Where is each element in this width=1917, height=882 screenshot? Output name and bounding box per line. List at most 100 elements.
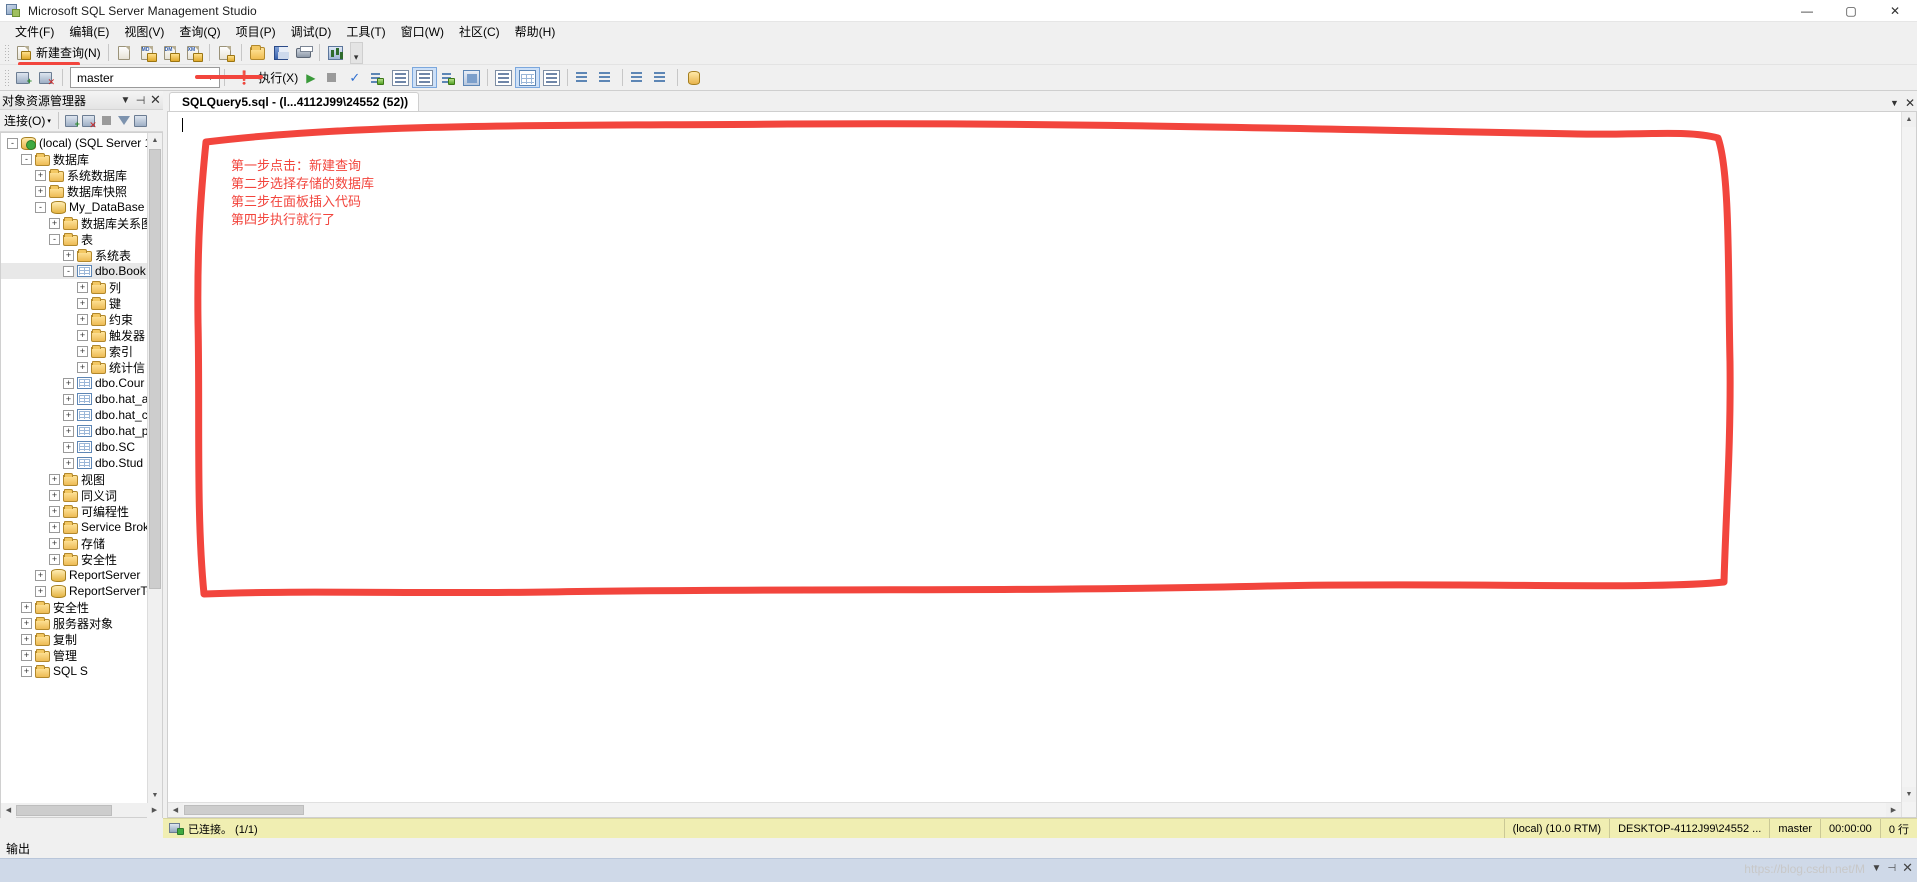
tree-node-triggers[interactable]: + 触发器	[1, 327, 162, 343]
expand-icon[interactable]: +	[49, 521, 60, 533]
tree-node-dbo-book[interactable]: - dbo.Book	[1, 263, 162, 279]
editor-scroll-down-icon[interactable]: ▼	[1902, 787, 1916, 802]
menu-view[interactable]: 视图(V)	[117, 22, 172, 41]
tree-node-replication[interactable]: + 复制	[1, 631, 162, 647]
expand-icon[interactable]: +	[49, 553, 60, 565]
editor-vertical-scrollbar[interactable]: ▲ ▼	[1901, 112, 1916, 817]
new-dmx-query-button[interactable]: DM	[159, 42, 182, 63]
expand-icon[interactable]: +	[63, 457, 74, 469]
tree-node-dbo-sc[interactable]: + dbo.SC	[1, 439, 162, 455]
tree-node-database-diagrams[interactable]: + 数据库关系图	[1, 215, 162, 231]
object-explorer-pin-button[interactable]: ⊣	[133, 92, 148, 109]
output-panel-title-row[interactable]: 输出	[0, 838, 1917, 858]
tree-node-keys[interactable]: + 键	[1, 295, 162, 311]
expand-icon[interactable]: +	[77, 281, 88, 293]
output-close-button[interactable]: ✕	[1902, 860, 1913, 876]
results-to-text-button[interactable]	[412, 67, 438, 88]
output-dropdown-button[interactable]: ▼	[1871, 863, 1881, 874]
sql-cmd-mode-button[interactable]	[682, 67, 705, 88]
tree-node-constraints[interactable]: + 约束	[1, 311, 162, 327]
menu-tools[interactable]: 工具(T)	[339, 22, 393, 41]
object-explorer-horizontal-scrollbar[interactable]: ◀ ▶	[0, 802, 163, 818]
menu-debug[interactable]: 调试(D)	[284, 22, 340, 41]
cancel-executing-query-button[interactable]	[320, 67, 343, 88]
tree-node-system-databases[interactable]: + 系统数据库	[1, 167, 162, 183]
object-explorer-close-button[interactable]: ✕	[148, 92, 163, 109]
expand-icon[interactable]: +	[49, 537, 60, 549]
tree-node-dbo-student[interactable]: + dbo.Stud	[1, 455, 162, 471]
parse-button[interactable]: ✓	[343, 67, 366, 88]
menu-help[interactable]: 帮助(H)	[508, 22, 564, 41]
decrease-indent-button[interactable]	[627, 67, 650, 88]
tree-node-service-broker[interactable]: + Service Brok	[1, 519, 162, 535]
tree-node-dbo-course[interactable]: + dbo.Cour	[1, 375, 162, 391]
tab-close-button[interactable]: ✕	[1905, 96, 1915, 110]
tree-node-programmability[interactable]: + 可编程性	[1, 503, 162, 519]
tree-node-statistics[interactable]: + 统计信	[1, 359, 162, 375]
tree-node-reportservertempdb[interactable]: + ReportServerTe	[1, 583, 162, 599]
tree-node-dbo-hat-c[interactable]: + dbo.hat_c	[1, 407, 162, 423]
collapse-icon[interactable]: -	[21, 153, 32, 165]
tree-node-storage[interactable]: + 存储	[1, 535, 162, 551]
refresh-icon[interactable]	[133, 113, 149, 129]
new-mdx-query-button[interactable]: MD	[136, 42, 159, 63]
tab-sqlquery5[interactable]: SQLQuery5.sql - (l...4112J99\24552 (52))	[169, 92, 420, 111]
expand-icon[interactable]: +	[35, 185, 46, 197]
connect-object-explorer-button[interactable]: +	[12, 67, 35, 88]
editor-scroll-right-icon[interactable]: ▶	[1886, 802, 1901, 817]
expand-icon[interactable]: +	[63, 441, 74, 453]
expand-icon[interactable]: +	[21, 649, 32, 661]
scroll-up-arrow-icon[interactable]: ▲	[148, 133, 162, 148]
tree-node-database-snapshots[interactable]: + 数据库快照	[1, 183, 162, 199]
print-button[interactable]	[292, 42, 315, 63]
editor-horizontal-scrollbar[interactable]: ◀ ▶	[168, 802, 1901, 817]
expand-icon[interactable]: +	[77, 329, 88, 341]
tree-node-tables[interactable]: -表	[1, 231, 162, 247]
query-options-button[interactable]	[389, 67, 412, 88]
results-to-text-pane-button[interactable]	[492, 67, 515, 88]
comment-lines-button[interactable]	[572, 67, 595, 88]
object-explorer-vertical-scrollbar[interactable]: ▲ ▼	[147, 133, 162, 803]
expand-icon[interactable]: +	[35, 569, 46, 581]
tree-node-server-objects[interactable]: + 服务器对象	[1, 615, 162, 631]
object-explorer-dropdown-button[interactable]: ▼	[118, 92, 133, 109]
open-file-button[interactable]	[246, 42, 269, 63]
maximize-button[interactable]: ▢	[1829, 0, 1873, 22]
new-xmla-query-button[interactable]: XM	[182, 42, 205, 63]
menu-community[interactable]: 社区(C)	[452, 22, 508, 41]
tree-node-db-security[interactable]: + 安全性	[1, 551, 162, 567]
new-query-button[interactable]: 新建查询(N)	[12, 42, 104, 63]
results-to-grid-button[interactable]	[515, 67, 541, 88]
save-button[interactable]	[269, 42, 292, 63]
expand-icon[interactable]: +	[49, 473, 60, 485]
tree-node-views[interactable]: + 视图	[1, 471, 162, 487]
new-compact-query-button[interactable]	[214, 42, 237, 63]
collapse-icon[interactable]: -	[7, 137, 18, 149]
tree-node-system-tables[interactable]: + 系统表	[1, 247, 162, 263]
tree-node-server[interactable]: - (local) (SQL Server 10.0	[1, 135, 162, 151]
new-database-engine-query-button[interactable]	[113, 42, 136, 63]
results-to-file-button[interactable]	[540, 67, 563, 88]
toolbar-overflow-button[interactable]: ▾	[349, 41, 363, 64]
uncomment-lines-button[interactable]	[595, 67, 618, 88]
tree-node-sql-server-agent[interactable]: + SQL S	[1, 663, 162, 679]
tab-list-dropdown-button[interactable]: ▼	[1890, 98, 1899, 108]
expand-icon[interactable]: +	[77, 313, 88, 325]
expand-icon[interactable]: +	[49, 505, 60, 517]
close-button[interactable]: ✕	[1873, 0, 1917, 22]
editor-h-scroll-thumb[interactable]	[184, 805, 304, 815]
expand-icon[interactable]: +	[21, 617, 32, 629]
scroll-thumb[interactable]	[149, 149, 161, 589]
tree-node-dbo-hat-a[interactable]: + dbo.hat_a	[1, 391, 162, 407]
object-explorer-tree[interactable]: - (local) (SQL Server 10.0- 数据库 + 系统数据库 + 数据库快…	[0, 132, 163, 803]
disconnect-button[interactable]: ✕	[35, 67, 58, 88]
expand-icon[interactable]: +	[21, 601, 32, 613]
tree-node-reportserver[interactable]: + ReportServer	[1, 567, 162, 583]
tree-node-synonyms[interactable]: + 同义词	[1, 487, 162, 503]
expand-icon[interactable]: +	[77, 297, 88, 309]
editor-scroll-left-icon[interactable]: ◀	[168, 802, 183, 817]
display-estimated-execution-plan-button[interactable]	[366, 67, 389, 88]
increase-indent-button[interactable]	[650, 67, 673, 88]
menu-project[interactable]: 项目(P)	[229, 22, 284, 41]
scroll-down-arrow-icon[interactable]: ▼	[148, 788, 162, 803]
